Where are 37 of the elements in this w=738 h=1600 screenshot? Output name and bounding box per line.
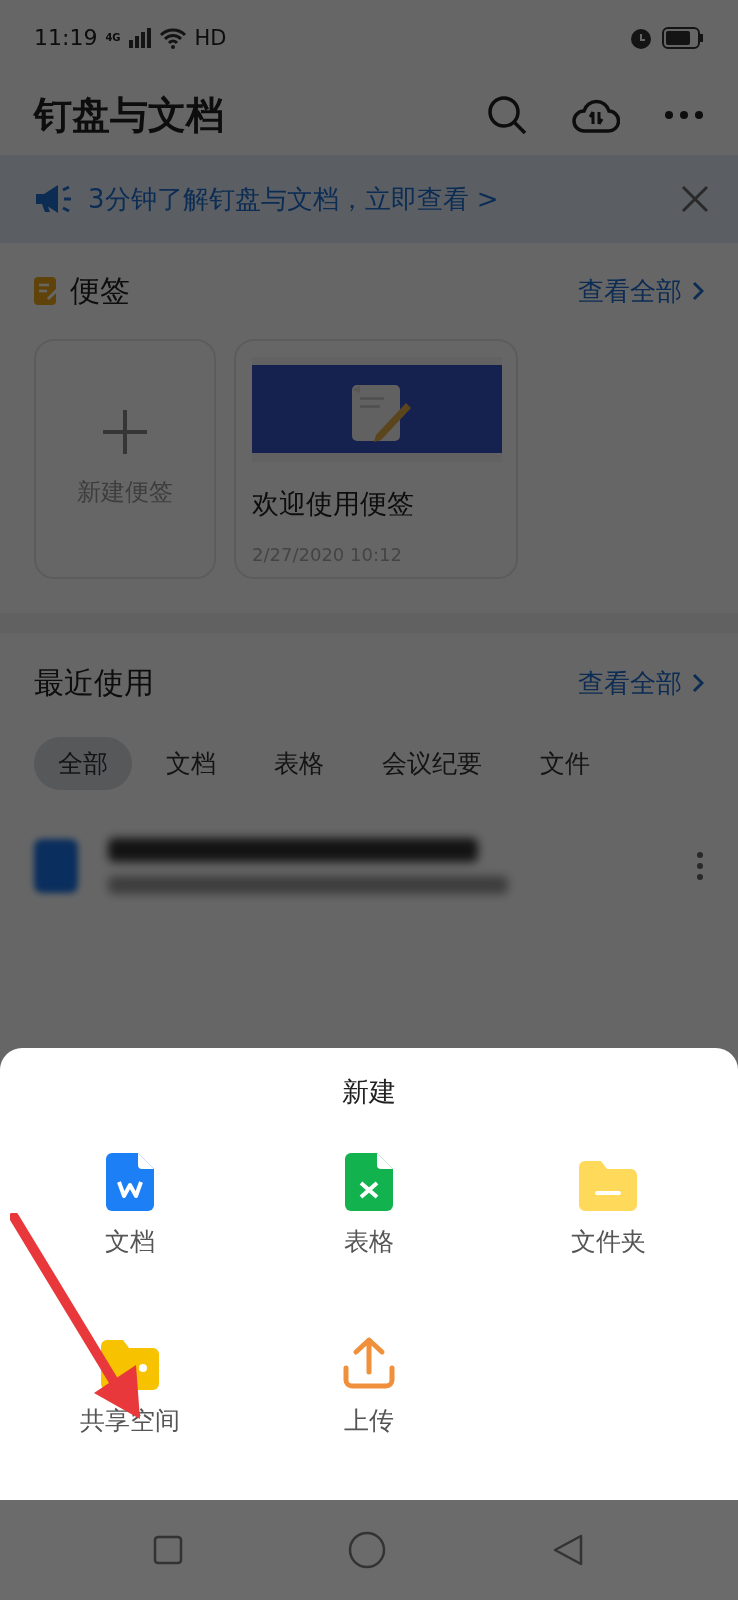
signal-icon bbox=[128, 27, 151, 48]
create-option[interactable]: 表格 bbox=[249, 1150, 489, 1259]
spreadsheet-icon bbox=[345, 1153, 393, 1211]
battery-icon bbox=[662, 26, 704, 49]
filter-tab[interactable]: 全部 bbox=[34, 737, 132, 790]
section-title: 便签 bbox=[70, 271, 131, 310]
status-time: 11:19 bbox=[34, 25, 98, 50]
hd-label: HD bbox=[194, 25, 227, 50]
network-label: 4G bbox=[105, 32, 121, 43]
chevron-icon bbox=[692, 281, 704, 301]
note-title: 欢迎使用便签 bbox=[252, 487, 415, 521]
filter-tab[interactable]: 会议纪要 bbox=[358, 737, 506, 790]
folder-icon bbox=[579, 1161, 638, 1211]
view-all-link[interactable]: 查看全部 bbox=[578, 665, 704, 701]
create-option[interactable]: 上传 bbox=[249, 1329, 489, 1438]
more-icon[interactable] bbox=[696, 851, 704, 881]
create-option[interactable]: 文件夹 bbox=[488, 1150, 728, 1259]
document-icon bbox=[105, 1153, 154, 1211]
wifi-icon bbox=[158, 26, 187, 49]
filter-tab[interactable]: 表格 bbox=[250, 737, 348, 790]
upload-icon bbox=[342, 1336, 396, 1390]
megaphone-icon bbox=[34, 184, 74, 214]
search-icon[interactable] bbox=[486, 94, 528, 136]
section-title: 最近使用 bbox=[34, 663, 155, 702]
home-icon[interactable] bbox=[348, 1531, 386, 1569]
filter-tab[interactable]: 文档 bbox=[142, 737, 240, 790]
chevron-icon bbox=[692, 673, 704, 693]
create-option[interactable]: 文档 bbox=[10, 1150, 250, 1259]
more-icon[interactable] bbox=[664, 110, 704, 120]
square-icon[interactable] bbox=[152, 1535, 183, 1565]
filter-tab[interactable]: 文件 bbox=[516, 737, 614, 790]
plus-icon bbox=[103, 410, 147, 454]
document-icon bbox=[34, 839, 78, 893]
close-icon[interactable] bbox=[680, 184, 710, 214]
view-all-link[interactable]: 查看全部 bbox=[578, 273, 704, 309]
sheet-title: 新建 bbox=[342, 1075, 396, 1109]
page-title: 钉盘与文档 bbox=[34, 91, 225, 139]
